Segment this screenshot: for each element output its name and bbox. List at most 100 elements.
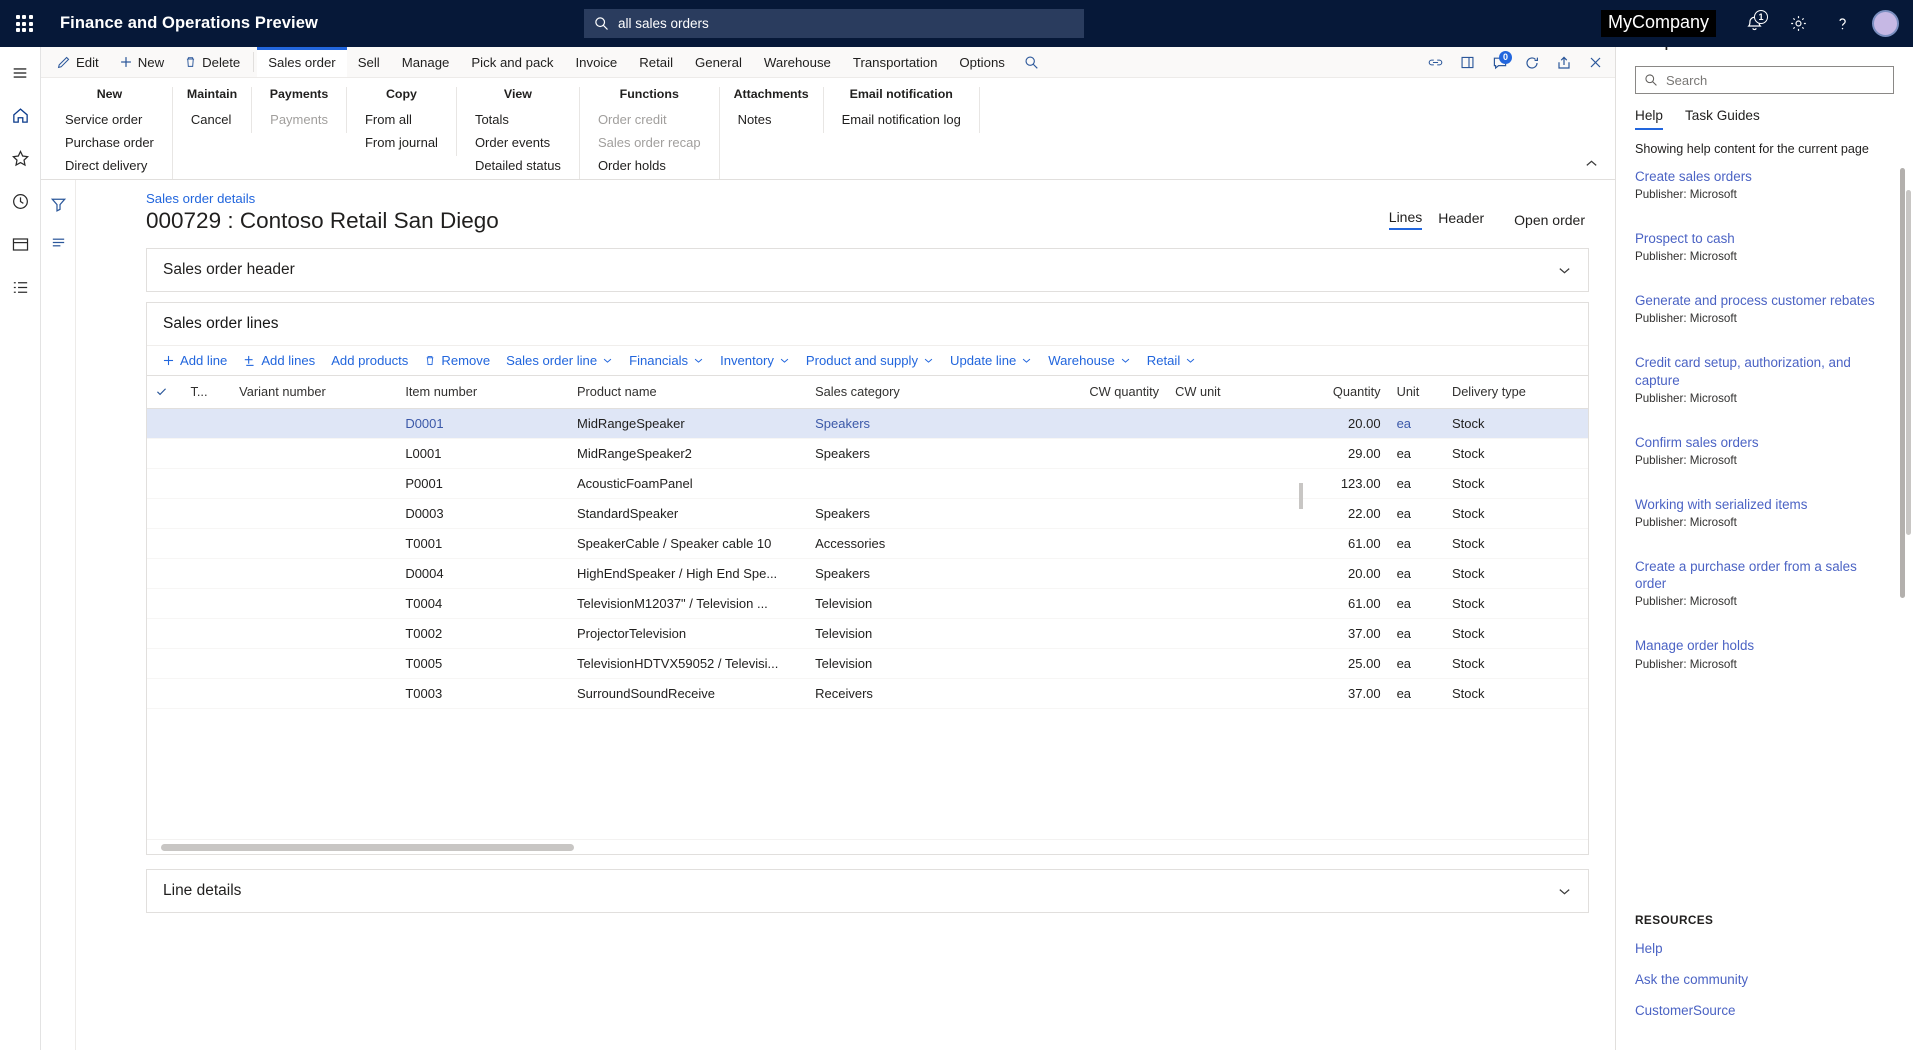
tab-invoice[interactable]: Invoice <box>564 47 628 77</box>
cell-product-name[interactable]: TelevisionHDTVX59052 / Televisi... <box>568 648 808 679</box>
help-article-list[interactable]: Create sales orders Publisher: Microsoft… <box>1635 168 1905 909</box>
list-item[interactable]: Credit card setup, authorization, and ca… <box>1635 354 1891 404</box>
ribbon-item-cancel[interactable]: Cancel <box>187 110 237 129</box>
help-list-scrollbar[interactable] <box>1900 168 1905 598</box>
help-article-link[interactable]: Credit card setup, authorization, and ca… <box>1635 354 1891 388</box>
cell-sales-category[interactable]: Accessories <box>807 528 1062 559</box>
sidebar-item-home[interactable] <box>0 95 41 136</box>
retail-menu[interactable]: Retail <box>1140 349 1203 372</box>
close-icon[interactable] <box>1580 47 1611 78</box>
table-row[interactable]: D0003 StandardSpeaker Speakers 22.00 ea … <box>147 498 1588 529</box>
sidebar-item-modules[interactable] <box>0 267 41 308</box>
cell-cw-quantity[interactable] <box>1061 558 1168 589</box>
update-line-menu[interactable]: Update line <box>943 349 1039 372</box>
settings-button[interactable] <box>1778 0 1818 47</box>
cell-cw-quantity[interactable] <box>1061 438 1168 469</box>
cell-variant[interactable] <box>231 588 398 619</box>
app-launcher-icon[interactable] <box>0 0 48 47</box>
cell-quantity[interactable]: 123.00 <box>1266 468 1389 499</box>
resource-link-ask-the-community[interactable]: Ask the community <box>1635 972 1894 987</box>
cell-product-name[interactable]: MidRangeSpeaker2 <box>568 438 808 469</box>
help-article-link[interactable]: Prospect to cash <box>1635 230 1891 247</box>
cell-sales-category[interactable]: Speakers <box>807 408 1062 439</box>
cell-quantity[interactable]: 29.00 <box>1266 438 1389 469</box>
tab-header[interactable]: Header <box>1438 210 1484 229</box>
cell-cw-quantity[interactable] <box>1061 468 1168 499</box>
col-unit[interactable]: Unit <box>1388 376 1444 409</box>
scrollbar-thumb[interactable] <box>161 844 574 851</box>
chevron-down-icon[interactable] <box>1557 884 1572 899</box>
ribbon-item-email-notification-log[interactable]: Email notification log <box>838 110 965 129</box>
cell-delivery-type[interactable]: Stock <box>1443 678 1588 709</box>
cell-variant[interactable] <box>231 648 398 679</box>
cell-type[interactable] <box>182 408 232 439</box>
cell-sales-category[interactable] <box>807 468 1062 499</box>
cell-type[interactable] <box>182 618 232 649</box>
cell-select[interactable] <box>147 468 183 499</box>
ribbon-item-service-order[interactable]: Service order <box>61 110 158 129</box>
col-type[interactable]: T... <box>182 376 232 409</box>
fasttab-line-details[interactable]: Line details <box>146 869 1589 913</box>
ribbon-item-order-holds[interactable]: Order holds <box>594 156 705 175</box>
ribbon-item-direct-delivery[interactable]: Direct delivery <box>61 156 158 175</box>
cell-type[interactable] <box>182 528 232 559</box>
company-selector[interactable]: MyCompany <box>1600 10 1716 37</box>
cell-cw-unit[interactable] <box>1167 648 1267 679</box>
tab-options[interactable]: Options <box>948 47 1015 77</box>
cell-select[interactable] <box>147 648 183 679</box>
help-article-link[interactable]: Create sales orders <box>1635 168 1891 185</box>
cell-cw-unit[interactable] <box>1167 438 1267 469</box>
cell-unit[interactable]: ea <box>1388 468 1444 499</box>
cell-type[interactable] <box>182 558 232 589</box>
table-row[interactable]: T0002 ProjectorTelevision Television 37.… <box>147 618 1588 649</box>
cell-item-number[interactable]: P0001 <box>397 468 569 499</box>
cell-item-number[interactable]: T0003 <box>397 678 569 709</box>
cell-delivery-type[interactable]: Stock <box>1443 408 1588 439</box>
cell-select[interactable] <box>147 618 183 649</box>
help-pane-scrollbar[interactable] <box>1906 190 1911 535</box>
list-item[interactable]: Working with serialized items Publisher:… <box>1635 496 1891 529</box>
help-article-link[interactable]: Manage order holds <box>1635 637 1891 654</box>
cell-item-number[interactable]: D0001 <box>397 408 569 439</box>
cell-variant[interactable] <box>231 498 398 529</box>
cell-unit[interactable]: ea <box>1388 648 1444 679</box>
warehouse-menu[interactable]: Warehouse <box>1041 349 1137 372</box>
product-and-supply-menu[interactable]: Product and supply <box>799 349 941 372</box>
cell-select[interactable] <box>147 588 183 619</box>
cell-cw-quantity[interactable] <box>1061 588 1168 619</box>
add-line-button[interactable]: Add line <box>155 349 234 372</box>
cell-quantity[interactable]: 20.00 <box>1266 408 1389 439</box>
cell-unit[interactable]: ea <box>1388 408 1444 439</box>
cell-cw-quantity[interactable] <box>1061 618 1168 649</box>
cell-product-name[interactable]: MidRangeSpeaker <box>568 408 808 439</box>
edit-button[interactable]: Edit <box>47 47 109 77</box>
tab-task-guides[interactable]: Task Guides <box>1685 108 1760 130</box>
cell-product-name[interactable]: StandardSpeaker <box>568 498 808 529</box>
notes-list-icon[interactable] <box>46 230 70 254</box>
sidebar-item-favorites[interactable] <box>0 138 41 179</box>
tab-warehouse[interactable]: Warehouse <box>753 47 842 77</box>
list-item[interactable]: Generate and process customer rebates Pu… <box>1635 292 1891 325</box>
col-sales-category[interactable]: Sales category <box>807 376 1062 409</box>
sales-order-line-menu[interactable]: Sales order line <box>499 349 620 372</box>
help-article-link[interactable]: Confirm sales orders <box>1635 434 1891 451</box>
cell-cw-unit[interactable] <box>1167 618 1267 649</box>
cell-quantity[interactable]: 61.00 <box>1266 528 1389 559</box>
cell-cw-quantity[interactable] <box>1061 408 1168 439</box>
cell-unit[interactable]: ea <box>1388 618 1444 649</box>
cell-variant[interactable] <box>231 678 398 709</box>
cell-cw-unit[interactable] <box>1167 558 1267 589</box>
open-order-status[interactable]: Open order <box>1514 212 1585 228</box>
cell-quantity[interactable]: 22.00 <box>1266 498 1389 529</box>
panel-icon[interactable] <box>1452 47 1483 78</box>
col-variant-number[interactable]: Variant number <box>231 376 398 409</box>
ribbon-item-notes[interactable]: Notes <box>734 110 809 129</box>
ribbon-item-order-events[interactable]: Order events <box>471 133 565 152</box>
list-item[interactable]: Create sales orders Publisher: Microsoft <box>1635 168 1891 201</box>
cell-select[interactable] <box>147 558 183 589</box>
tab-sell[interactable]: Sell <box>347 47 391 77</box>
list-item[interactable]: Confirm sales orders Publisher: Microsof… <box>1635 434 1891 467</box>
col-quantity[interactable]: Quantity <box>1266 376 1389 409</box>
inventory-menu[interactable]: Inventory <box>713 349 797 372</box>
cell-unit[interactable]: ea <box>1388 558 1444 589</box>
